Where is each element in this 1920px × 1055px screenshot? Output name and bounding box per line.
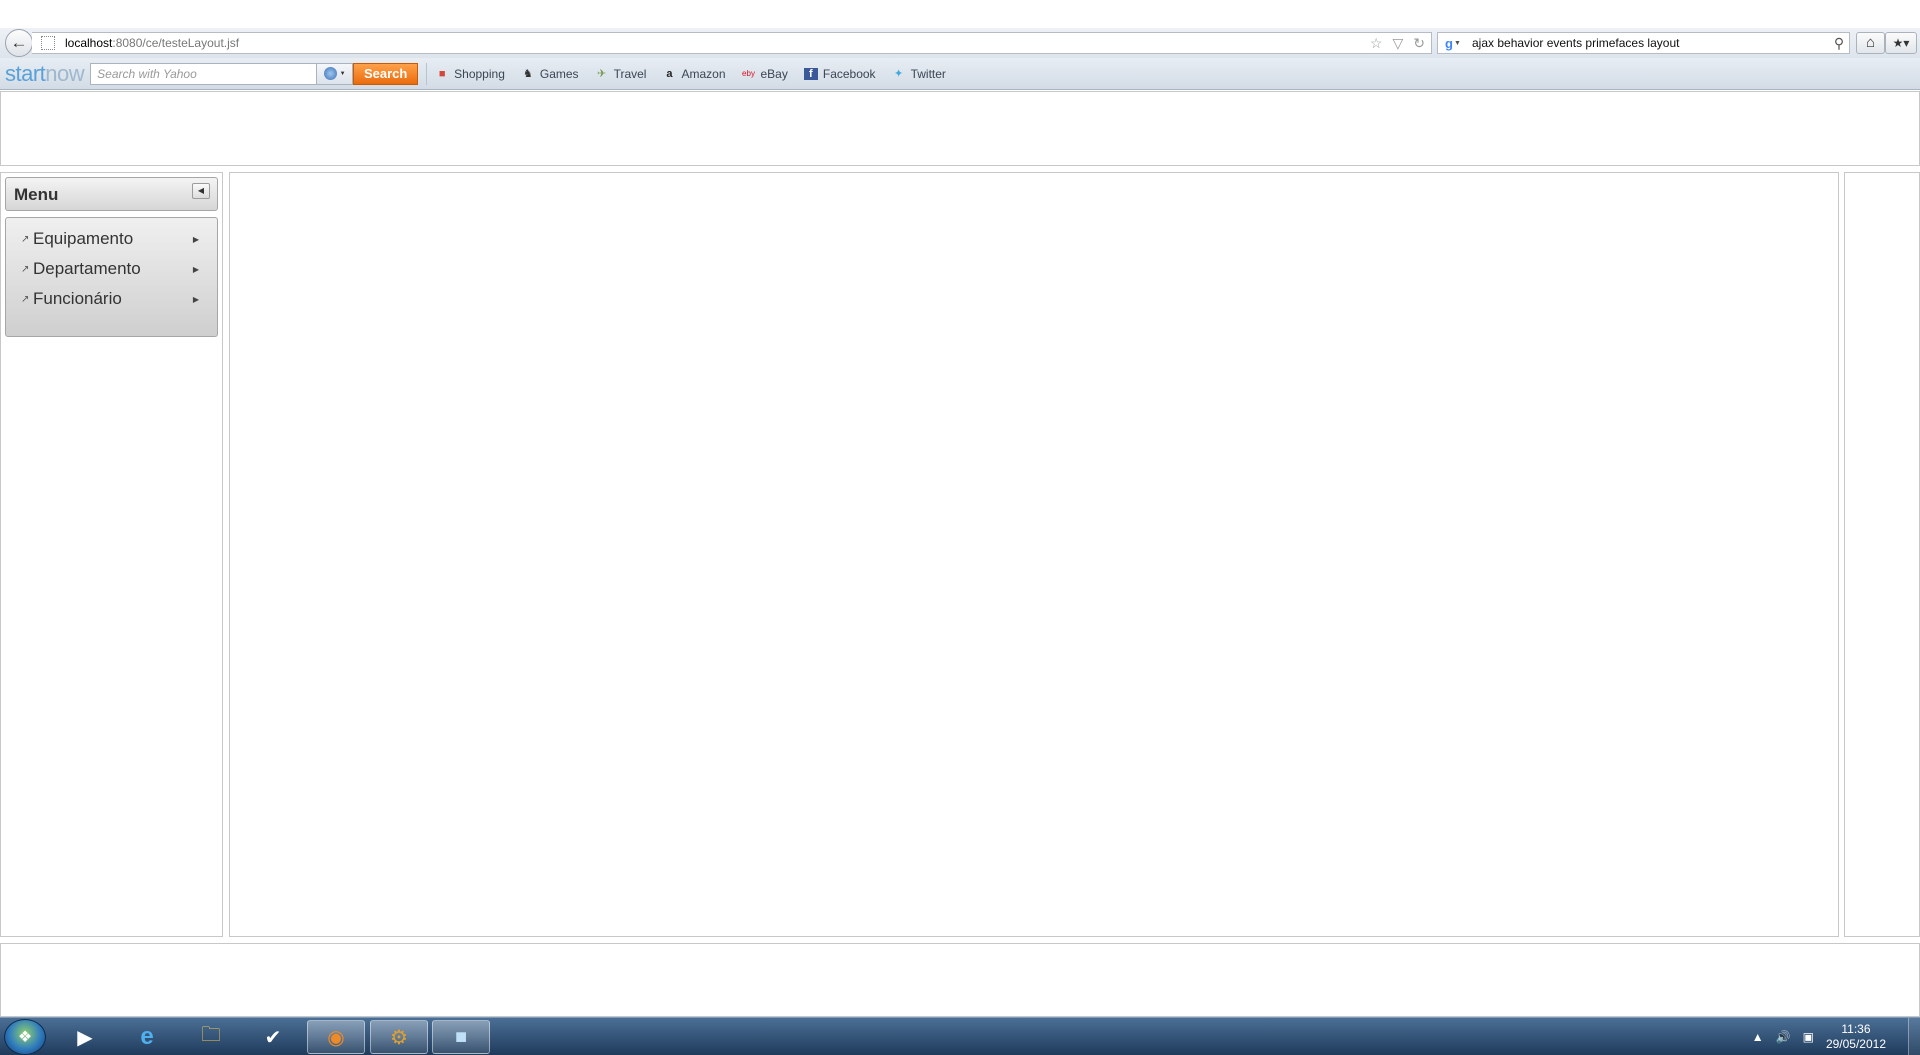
toolbar-link-facebook[interactable]: f Facebook — [803, 66, 876, 81]
external-link-icon: ↗ — [21, 263, 30, 275]
toolbar-link-amazon[interactable]: a Amazon — [662, 67, 725, 81]
show-hidden-icons-icon[interactable]: ▲ — [1752, 1030, 1764, 1044]
menu-title: Menu — [14, 185, 59, 204]
startnow-logo[interactable]: startnow — [5, 60, 85, 87]
logo-now-text: now — [45, 60, 85, 86]
reload-icon[interactable]: ↻ — [1413, 35, 1425, 52]
menu-item-label: Equipamento — [33, 229, 134, 248]
collapse-button[interactable]: ◀ — [192, 183, 210, 199]
tools-app-icon[interactable]: ⚙ — [370, 1020, 428, 1054]
system-tray: ▲ 🔊 ▣ 11:36 29/05/2012 — [1752, 1018, 1920, 1055]
amazon-icon: a — [666, 67, 673, 80]
back-button[interactable]: ← — [5, 29, 33, 57]
travel-icon: ✈ — [596, 67, 607, 80]
toolbar-link-label: Twitter — [910, 66, 946, 81]
external-link-icon: ↗ — [21, 293, 30, 305]
media-player-icon[interactable]: ▶ — [56, 1020, 114, 1054]
search-query-text: ajax behavior events primefaces layout — [1472, 36, 1680, 50]
toolbar-link-twitter[interactable]: ✦ Twitter — [892, 67, 946, 81]
url-host: localhost — [65, 36, 113, 50]
clock-time: 11:36 — [1841, 1022, 1871, 1036]
layout-center-panel — [229, 172, 1839, 937]
startnow-toolbar: startnow Search with Yahoo ▼ Search ■ Sho… — [0, 58, 1920, 90]
internet-explorer-icon[interactable]: e — [118, 1020, 176, 1054]
submenu-arrow-icon: ▶ — [192, 264, 199, 274]
toolbar-link-label: Games — [539, 66, 579, 81]
layout-north-panel — [0, 91, 1920, 166]
menu-item-label: Funcionário — [33, 289, 122, 308]
volume-icon[interactable]: 🔊 — [1776, 1030, 1791, 1044]
logo-start-text: start — [5, 60, 46, 86]
layout-east-panel — [1844, 172, 1920, 937]
toolbar-link-shopping[interactable]: ■ Shopping — [435, 67, 505, 81]
bookmarks-menu-icon: ★▾ — [1892, 36, 1910, 50]
submenu-arrow-icon: ▶ — [192, 294, 199, 304]
firefox-icon[interactable]: ◉ — [307, 1020, 365, 1054]
search-magnifier-icon[interactable]: ⚲ — [1829, 35, 1849, 52]
toolbar-link-label: Shopping — [454, 66, 505, 81]
menu-item-label: Departamento — [33, 259, 141, 278]
bookmark-star-icon[interactable]: ☆ — [1370, 35, 1383, 52]
submenu-arrow-icon: ▶ — [192, 234, 199, 244]
shopping-icon: ■ — [438, 67, 446, 80]
back-arrow-icon: ← — [10, 33, 28, 52]
menu-item-funcionario[interactable]: ↗ Funcionário ▶ — [6, 284, 217, 314]
url-path: :8080/ce/testeLayout.jsf — [112, 36, 240, 50]
toolbar-link-label: Travel — [613, 66, 647, 81]
addon-bar-button[interactable]: ★▾ — [1885, 32, 1917, 54]
chevron-down-icon: ▼ — [339, 70, 346, 77]
yahoo-engine-icon — [323, 67, 337, 80]
network-icon[interactable]: ▣ — [1803, 1030, 1814, 1044]
search-engine-selector[interactable]: g ▼ — [1438, 36, 1468, 51]
windows-taskbar: ❖ ▶ e 🗀 ✔ ◉ ⚙ ■ ▲ 🔊 ▣ 11:36 29/05/2012 — [0, 1017, 1920, 1055]
home-button[interactable]: ⌂ — [1856, 32, 1885, 54]
toolbar-link-games[interactable]: ♞ Games — [521, 67, 579, 81]
layout-south-panel — [0, 943, 1920, 1017]
toolbar-link-travel[interactable]: ✈ Travel — [595, 67, 647, 81]
external-link-icon: ↗ — [21, 233, 30, 245]
menu-item-departamento[interactable]: ↗ Departamento ▶ — [6, 254, 217, 284]
twitter-icon: ✦ — [893, 67, 904, 80]
menu-panel-header: Menu ◀ — [5, 177, 218, 211]
windows-logo-icon: ❖ — [17, 1029, 33, 1046]
clock[interactable]: 11:36 29/05/2012 — [1826, 1022, 1886, 1052]
toolbar-link-label: Amazon — [681, 66, 726, 81]
url-bar[interactable]: localhost:8080/ce/testeLayout.jsf ☆ ▽ ↻ — [32, 32, 1432, 54]
page-identity-icon[interactable] — [41, 36, 55, 50]
facebook-icon: f — [803, 67, 818, 80]
url-bar-icons: ☆ ▽ ↻ — [1370, 35, 1425, 52]
menu-item-equipamento[interactable]: ↗ Equipamento ▶ — [6, 224, 217, 254]
menu-panel-body: ↗ Equipamento ▶ ↗ Departamento ▶ ↗ Funci… — [5, 217, 218, 337]
history-dropdown-icon[interactable]: ▽ — [1392, 35, 1403, 52]
chevron-down-icon: ▼ — [1454, 39, 1461, 47]
file-explorer-icon[interactable]: 🗀 — [182, 1020, 240, 1054]
home-icon: ⌂ — [1865, 34, 1876, 51]
yahoo-search-input[interactable]: Search with Yahoo — [90, 62, 318, 85]
toolbar-link-ebay[interactable]: eby eBay — [742, 67, 788, 81]
navigation-bar: ← localhost:8080/ce/testeLayout.jsf ☆ ▽ … — [0, 28, 1920, 58]
task-app-icon[interactable]: ✔ — [244, 1020, 302, 1054]
google-icon: g — [1445, 35, 1453, 51]
clock-date: 29/05/2012 — [1825, 1037, 1886, 1051]
search-button[interactable]: Search — [353, 62, 419, 85]
generic-app-icon[interactable]: ■ — [432, 1020, 490, 1054]
ebay-icon: eby — [742, 68, 755, 78]
start-button[interactable]: ❖ — [4, 1019, 46, 1055]
search-engine-picker[interactable]: ▼ — [317, 62, 354, 85]
browser-search-bar[interactable]: g ▼ ajax behavior events primefaces layou… — [1437, 32, 1850, 54]
toolbar-link-label: eBay — [760, 66, 788, 81]
caret-left-icon: ◀ — [197, 186, 205, 195]
games-icon: ♞ — [522, 67, 533, 80]
toolbar-link-label: Facebook — [822, 66, 876, 81]
window-top-strip — [0, 0, 1920, 28]
layout-west-panel: Menu ◀ ↗ Equipamento ▶ ↗ Departamento ▶ … — [0, 172, 223, 937]
toolbar-divider — [426, 62, 428, 85]
show-desktop-button[interactable] — [1908, 1018, 1920, 1055]
